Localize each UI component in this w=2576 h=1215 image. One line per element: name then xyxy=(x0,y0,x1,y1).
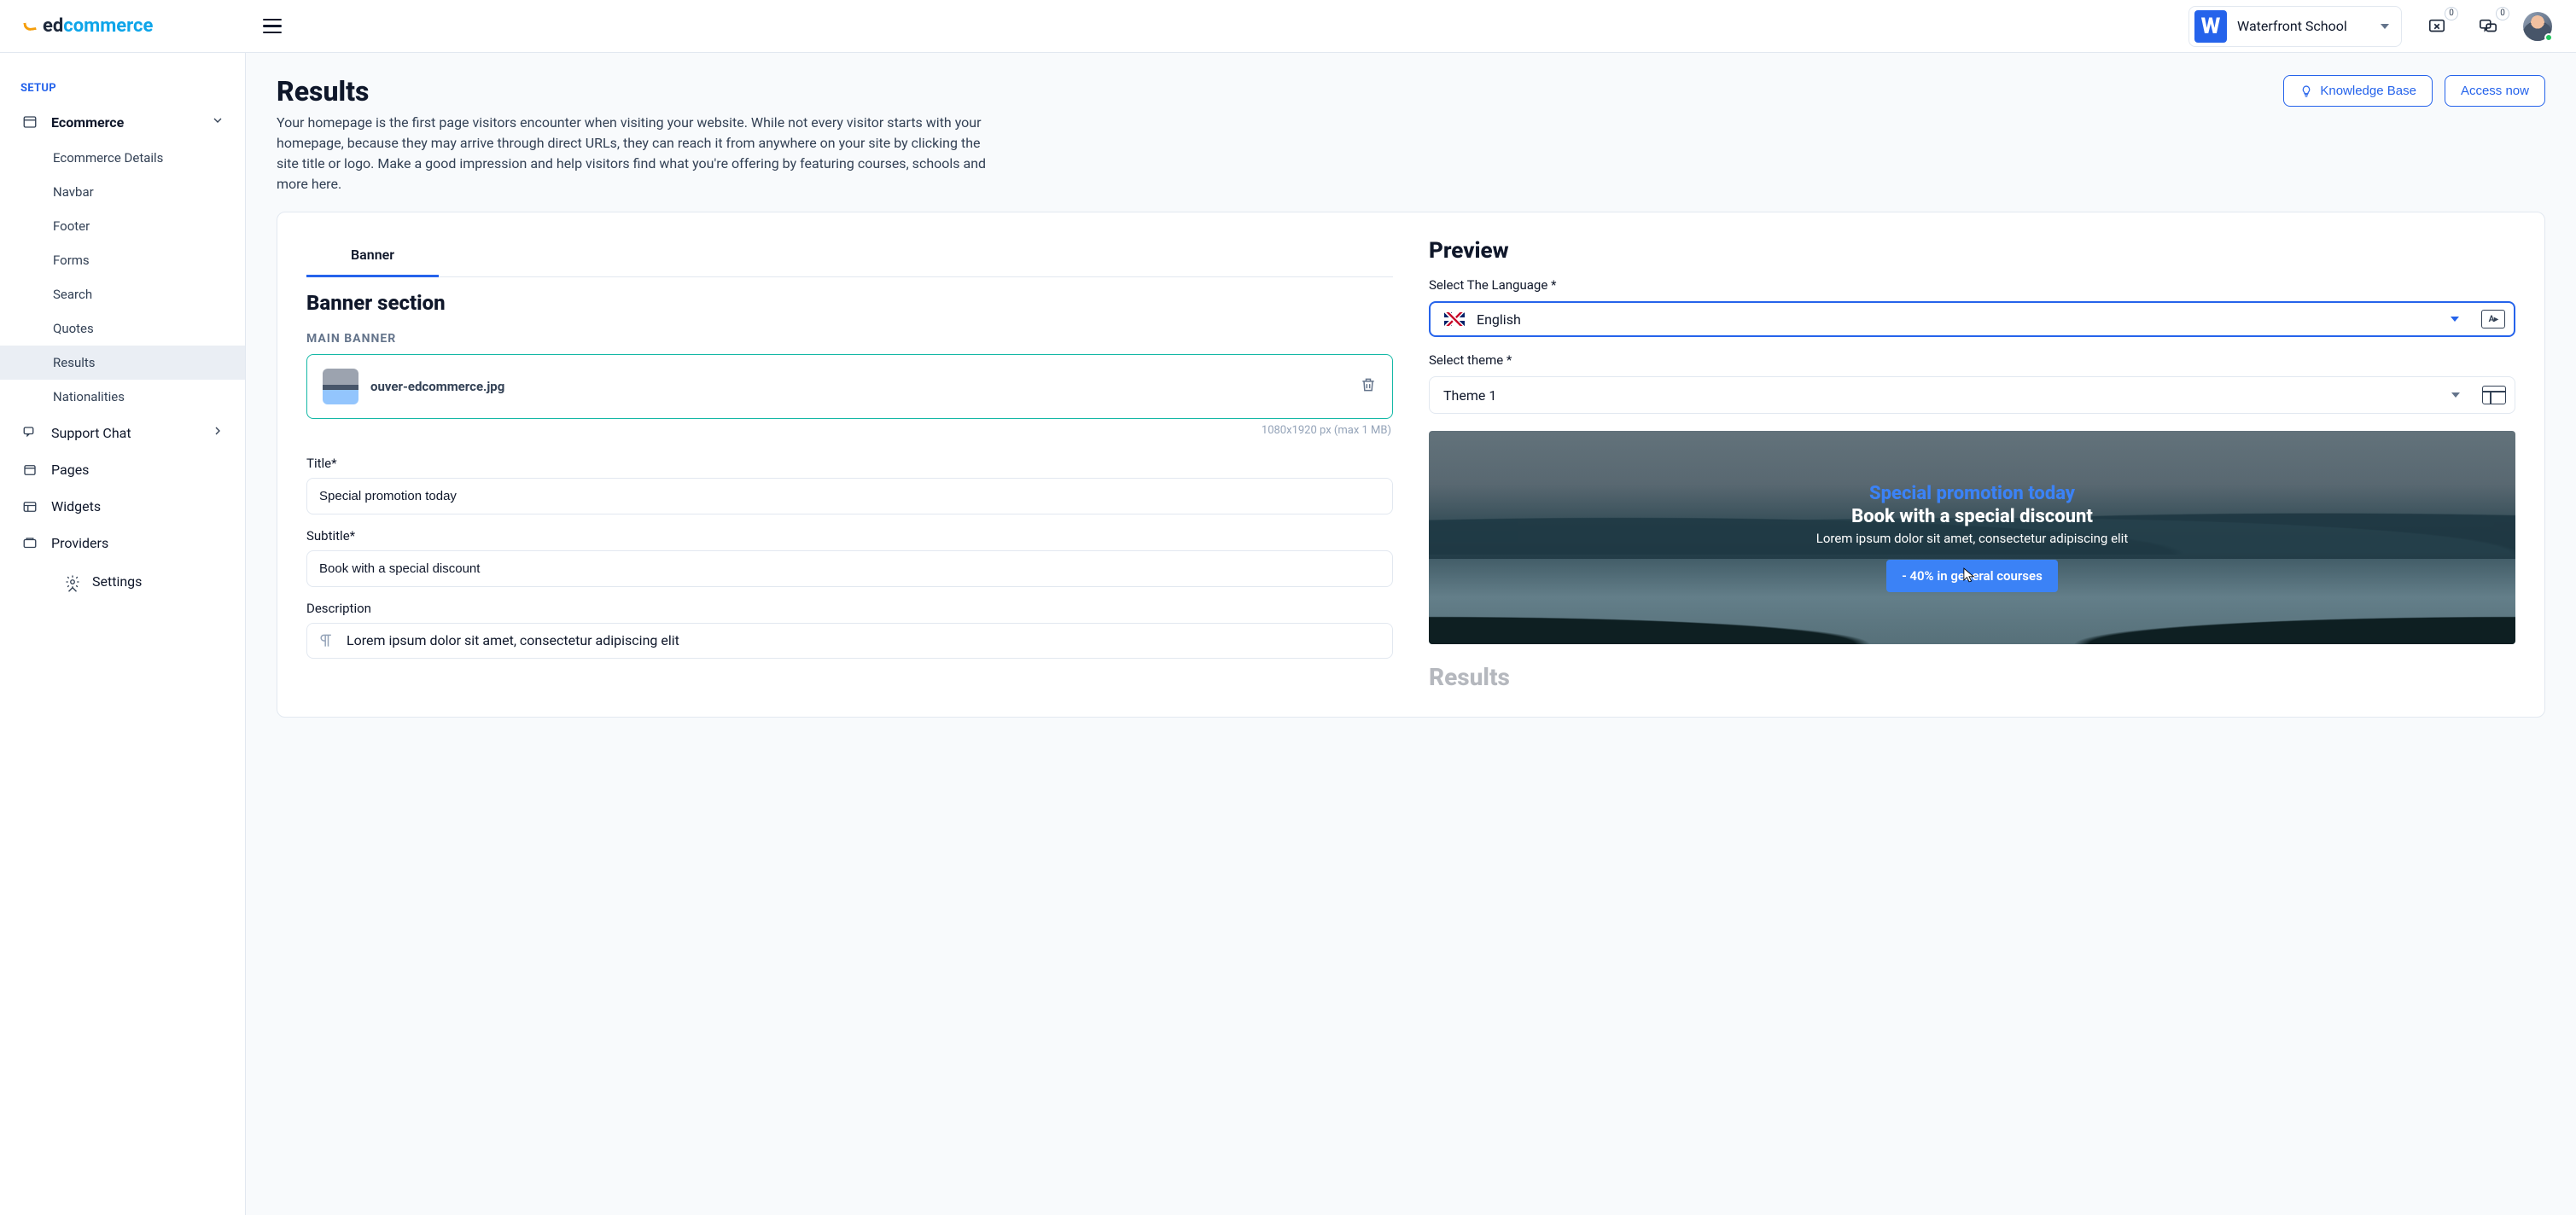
language-select[interactable]: English A▸ xyxy=(1429,301,2515,337)
page-description: Your homepage is the first page visitors… xyxy=(277,113,1002,195)
description-label: Description xyxy=(306,601,1393,616)
sidebar-item-navbar[interactable]: Navbar xyxy=(53,175,245,209)
sidebar-item-label: Ecommerce xyxy=(51,114,124,131)
chevron-down-icon xyxy=(2451,317,2459,322)
trash-icon xyxy=(1360,376,1377,393)
main: Results Your homepage is the first page … xyxy=(246,53,2576,740)
main-banner-label: MAIN BANNER xyxy=(306,332,1393,346)
logo[interactable]: edcommerce xyxy=(24,15,246,37)
lightbulb-icon xyxy=(2299,84,2313,98)
preview-subtitle-text: Book with a special discount xyxy=(1851,506,2093,527)
header-right: W Waterfront School 0 0 xyxy=(2188,6,2552,47)
sidebar-item-label: Settings xyxy=(92,573,142,590)
preview-title-text: Special promotion today xyxy=(1869,483,2075,504)
theme-select[interactable]: Theme 1 xyxy=(1429,376,2515,414)
app-header: edcommerce W Waterfront School 0 0 xyxy=(0,0,2576,53)
sidebar-item-footer[interactable]: Footer xyxy=(53,209,245,243)
preview-panel: Preview Select The Language * English A▸… xyxy=(1429,238,2515,691)
sidebar-item-settings[interactable]: Settings xyxy=(0,561,245,602)
avatar[interactable] xyxy=(2523,12,2552,41)
delete-file-button[interactable] xyxy=(1360,376,1377,397)
sidebar-item-results[interactable]: Results xyxy=(0,346,245,380)
badge-count-2: 0 xyxy=(2496,7,2509,20)
sidebar: SETUP Ecommerce Ecommerce Details Navbar… xyxy=(0,53,246,1215)
preview-title: Preview xyxy=(1429,238,2515,264)
content-card: Banner Banner section MAIN BANNER ouver-… xyxy=(277,212,2545,718)
sidebar-item-pages[interactable]: Pages xyxy=(0,451,245,488)
window-icon xyxy=(20,114,39,130)
logo-prefix: ed xyxy=(43,15,63,37)
banner-form: Banner Banner section MAIN BANNER ouver-… xyxy=(306,238,1393,691)
sidebar-item-label: Pages xyxy=(51,462,89,478)
knowledge-base-button[interactable]: Knowledge Base xyxy=(2283,75,2433,107)
sidebar-item-widgets[interactable]: Widgets xyxy=(0,488,245,525)
chevron-down-icon xyxy=(211,113,224,131)
school-name: Waterfront School xyxy=(2237,18,2347,34)
tabs: Banner xyxy=(306,238,1393,277)
results-heading-below: Results xyxy=(1429,663,2515,691)
sidebar-item-ecommerce[interactable]: Ecommerce xyxy=(0,103,245,141)
theme-value: Theme 1 xyxy=(1443,387,1496,404)
close-bubble-icon[interactable]: 0 xyxy=(2421,10,2453,43)
sidebar-subnav-ecommerce: Ecommerce Details Navbar Footer Forms Se… xyxy=(0,141,245,414)
translate-icon: A▸ xyxy=(2481,310,2505,328)
sidebar-item-forms[interactable]: Forms xyxy=(53,243,245,277)
school-selector[interactable]: W Waterfront School xyxy=(2188,6,2402,47)
sidebar-item-providers[interactable]: Providers xyxy=(0,525,245,561)
chat-icon xyxy=(20,425,39,440)
sidebar-item-ecommerce-details[interactable]: Ecommerce Details xyxy=(53,141,245,175)
subtitle-input[interactable] xyxy=(306,550,1393,587)
upload-hint: 1080x1920 px (max 1 MB) xyxy=(306,424,1391,437)
presence-dot-icon xyxy=(2544,33,2553,42)
layout-icon xyxy=(2482,386,2506,404)
page-head: Results Your homepage is the first page … xyxy=(277,75,2545,195)
title-input[interactable] xyxy=(306,478,1393,514)
subtitle-label: Subtitle* xyxy=(306,528,1393,544)
sidebar-item-support-chat[interactable]: Support Chat xyxy=(0,414,245,451)
sidebar-item-nationalities[interactable]: Nationalities xyxy=(53,380,245,414)
description-input[interactable]: Lorem ipsum dolor sit amet, consectetur … xyxy=(306,623,1393,659)
uploaded-file: ouver-edcommerce.jpg xyxy=(306,354,1393,419)
hamburger-icon[interactable] xyxy=(256,9,290,44)
file-thumbnail xyxy=(323,369,358,404)
banner-preview: Special promotion today Book with a spec… xyxy=(1429,431,2515,644)
chevron-down-icon xyxy=(2381,24,2389,29)
access-now-button[interactable]: Access now xyxy=(2445,75,2545,107)
button-label: Knowledge Base xyxy=(2320,84,2416,98)
head-actions: Knowledge Base Access now xyxy=(2283,75,2545,107)
logo-suffix: commerce xyxy=(63,15,153,37)
file-name: ouver-edcommerce.jpg xyxy=(370,379,504,394)
title-label: Title* xyxy=(306,456,1393,471)
page-icon xyxy=(20,462,39,478)
page-title: Results xyxy=(277,75,1002,108)
cursor-arrow-icon xyxy=(1963,567,1975,583)
description-text: Lorem ipsum dolor sit amet, consectetur … xyxy=(347,632,679,648)
paragraph-icon xyxy=(318,632,335,649)
chevron-right-icon xyxy=(211,424,224,441)
widgets-icon xyxy=(20,499,39,514)
providers-icon xyxy=(20,536,39,551)
language-value: English xyxy=(1477,311,1521,328)
badge-count-1: 0 xyxy=(2445,7,2458,20)
sidebar-item-label: Providers xyxy=(51,535,108,551)
sidebar-item-search[interactable]: Search xyxy=(53,277,245,311)
chevron-down-icon xyxy=(2451,392,2460,398)
flag-uk-icon xyxy=(1444,312,1465,326)
school-badge: W xyxy=(2194,10,2227,43)
theme-label: Select theme * xyxy=(1429,352,2515,368)
logo-swoosh-icon xyxy=(23,21,36,32)
chat-bubbles-icon[interactable]: 0 xyxy=(2472,10,2504,43)
preview-description-text: Lorem ipsum dolor sit amet, consectetur … xyxy=(1816,531,2129,546)
tab-banner[interactable]: Banner xyxy=(306,238,439,277)
sidebar-item-label: Support Chat xyxy=(51,425,131,441)
sidebar-item-quotes[interactable]: Quotes xyxy=(53,311,245,346)
language-label: Select The Language * xyxy=(1429,277,2515,293)
sidebar-section-label: SETUP xyxy=(0,73,245,103)
sidebar-item-label: Widgets xyxy=(51,498,101,514)
banner-section-title: Banner section xyxy=(306,291,1393,315)
button-label: Access now xyxy=(2461,84,2529,98)
